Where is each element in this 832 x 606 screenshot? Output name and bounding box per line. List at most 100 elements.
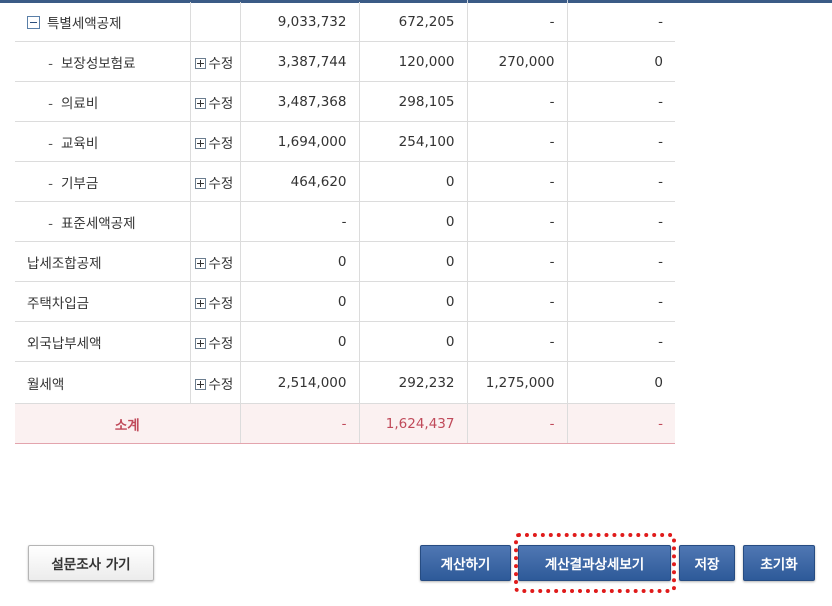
row-name-cell: - 교육비 xyxy=(15,121,191,162)
edit-button[interactable]: 수정 xyxy=(194,376,234,393)
value-cell: 254,100 xyxy=(359,121,468,162)
edit-button[interactable]: 수정 xyxy=(194,335,234,352)
value-cell: 0 xyxy=(240,241,360,282)
row-name: 의료비 xyxy=(61,95,99,112)
edit-cell: 수정 xyxy=(190,161,241,202)
value-cell: - xyxy=(240,201,360,242)
value-cell: 3,487,368 xyxy=(240,81,360,122)
table-row: - 표준세액공제 - 0 - - xyxy=(15,201,675,242)
indent-dash: - xyxy=(48,215,53,232)
plus-icon xyxy=(194,57,206,69)
value-cell: 2,514,000 xyxy=(240,361,360,404)
tax-deduction-table: 특별세액공제 9,033,732 672,205 - - - 보장성보험료 수정 … xyxy=(15,2,675,444)
indent-dash: - xyxy=(48,95,53,112)
edit-label: 수정 xyxy=(208,95,234,112)
value-cell: 1,694,000 xyxy=(240,121,360,162)
value-cell: 672,205 xyxy=(359,2,468,42)
plus-icon xyxy=(194,297,206,309)
value-cell: - xyxy=(567,161,675,202)
value-cell: - xyxy=(467,281,568,322)
table-row: 특별세액공제 9,033,732 672,205 - - xyxy=(15,2,675,42)
value-cell: 9,033,732 xyxy=(240,2,360,42)
row-name-cell: 외국납부세액 xyxy=(15,321,191,362)
value-cell: - xyxy=(467,241,568,282)
subtotal-row: 소계 - 1,624,437 - - xyxy=(15,403,675,444)
value-cell: 0 xyxy=(567,361,675,404)
value-cell: 0 xyxy=(359,201,468,242)
edit-label: 수정 xyxy=(208,255,234,272)
edit-button[interactable]: 수정 xyxy=(194,135,234,152)
value-cell: - xyxy=(567,121,675,162)
edit-button[interactable]: 수정 xyxy=(194,56,233,72)
row-name: 특별세액공제 xyxy=(47,15,122,32)
table-row: - 보장성보험료 수정 3,387,744 120,000 270,000 0 xyxy=(15,41,675,82)
edit-label: 수정 xyxy=(208,335,234,352)
plus-icon xyxy=(194,337,206,349)
edit-button[interactable]: 수정 xyxy=(194,175,234,192)
table-row: - 기부금 수정 464,620 0 - - xyxy=(15,161,675,202)
value-cell: - xyxy=(467,321,568,362)
subtotal-value: - xyxy=(567,403,675,444)
value-cell: 0 xyxy=(359,161,468,202)
edit-button[interactable]: 수정 xyxy=(194,95,234,112)
edit-cell: 수정 xyxy=(190,81,241,122)
save-button[interactable]: 저장 xyxy=(679,545,735,581)
edit-button[interactable]: 수정 xyxy=(194,295,234,312)
edit-button[interactable]: 수정 xyxy=(194,255,234,272)
value-cell: - xyxy=(467,2,568,42)
row-name-cell: - 보장성보험료 xyxy=(15,41,191,82)
value-cell: 292,232 xyxy=(359,361,468,404)
value-cell: - xyxy=(467,121,568,162)
row-name: 보장성보험료 xyxy=(61,55,136,72)
edit-cell: 수정 xyxy=(190,241,241,282)
row-name: 기부금 xyxy=(61,175,99,192)
subtotal-value: - xyxy=(467,403,568,444)
value-cell: - xyxy=(467,161,568,202)
value-cell: - xyxy=(467,81,568,122)
subtotal-value: 1,624,437 xyxy=(359,403,468,444)
edit-cell: 수정 xyxy=(190,121,241,162)
value-cell: - xyxy=(567,201,675,242)
table-row: 납세조합공제 수정 0 0 - - xyxy=(15,241,675,282)
survey-button[interactable]: 설문조사 가기 xyxy=(28,545,154,581)
reset-button[interactable]: 초기화 xyxy=(743,545,815,581)
value-cell: 0 xyxy=(567,41,675,82)
value-cell: 464,620 xyxy=(240,161,360,202)
edit-label: 수정 xyxy=(208,135,234,152)
plus-icon xyxy=(194,97,206,109)
row-name-cell: 납세조합공제 xyxy=(15,241,191,282)
value-cell: 0 xyxy=(359,241,468,282)
collapse-toggle-icon[interactable] xyxy=(27,15,40,29)
edit-label: 수정 xyxy=(208,376,234,393)
indent-dash: - xyxy=(48,55,53,72)
plus-icon xyxy=(194,257,206,269)
plus-icon xyxy=(194,177,206,189)
view-details-button[interactable]: 계산결과상세보기 xyxy=(518,545,671,581)
table-row: 주택차입금 수정 0 0 - - xyxy=(15,281,675,322)
row-name-cell: 주택차입금 xyxy=(15,281,191,322)
edit-cell xyxy=(190,201,241,242)
edit-label: 수정 xyxy=(208,295,234,312)
value-cell: - xyxy=(567,2,675,42)
calculate-button[interactable]: 계산하기 xyxy=(420,545,511,581)
value-cell: 0 xyxy=(240,281,360,322)
row-name-cell: 특별세액공제 xyxy=(15,2,191,42)
subtotal-value: - xyxy=(240,403,360,444)
row-name: 교육비 xyxy=(61,135,99,152)
table-row: - 의료비 수정 3,487,368 298,105 - - xyxy=(15,81,675,122)
indent-dash: - xyxy=(48,135,53,152)
plus-icon xyxy=(194,137,206,149)
value-cell: 3,387,744 xyxy=(240,41,360,82)
edit-label: 수정 xyxy=(208,175,234,192)
row-name-cell: - 표준세액공제 xyxy=(15,201,191,242)
indent-dash: - xyxy=(48,175,53,192)
value-cell: 270,000 xyxy=(467,41,568,82)
plus-icon xyxy=(194,378,206,390)
row-name-cell: 월세액 xyxy=(15,361,191,404)
subtotal-label: 소계 xyxy=(15,403,241,444)
table-row: 외국납부세액 수정 0 0 - - xyxy=(15,321,675,362)
edit-cell: 수정 xyxy=(190,321,241,362)
edit-cell: 수정 xyxy=(190,361,241,404)
value-cell: - xyxy=(567,81,675,122)
value-cell: - xyxy=(467,201,568,242)
